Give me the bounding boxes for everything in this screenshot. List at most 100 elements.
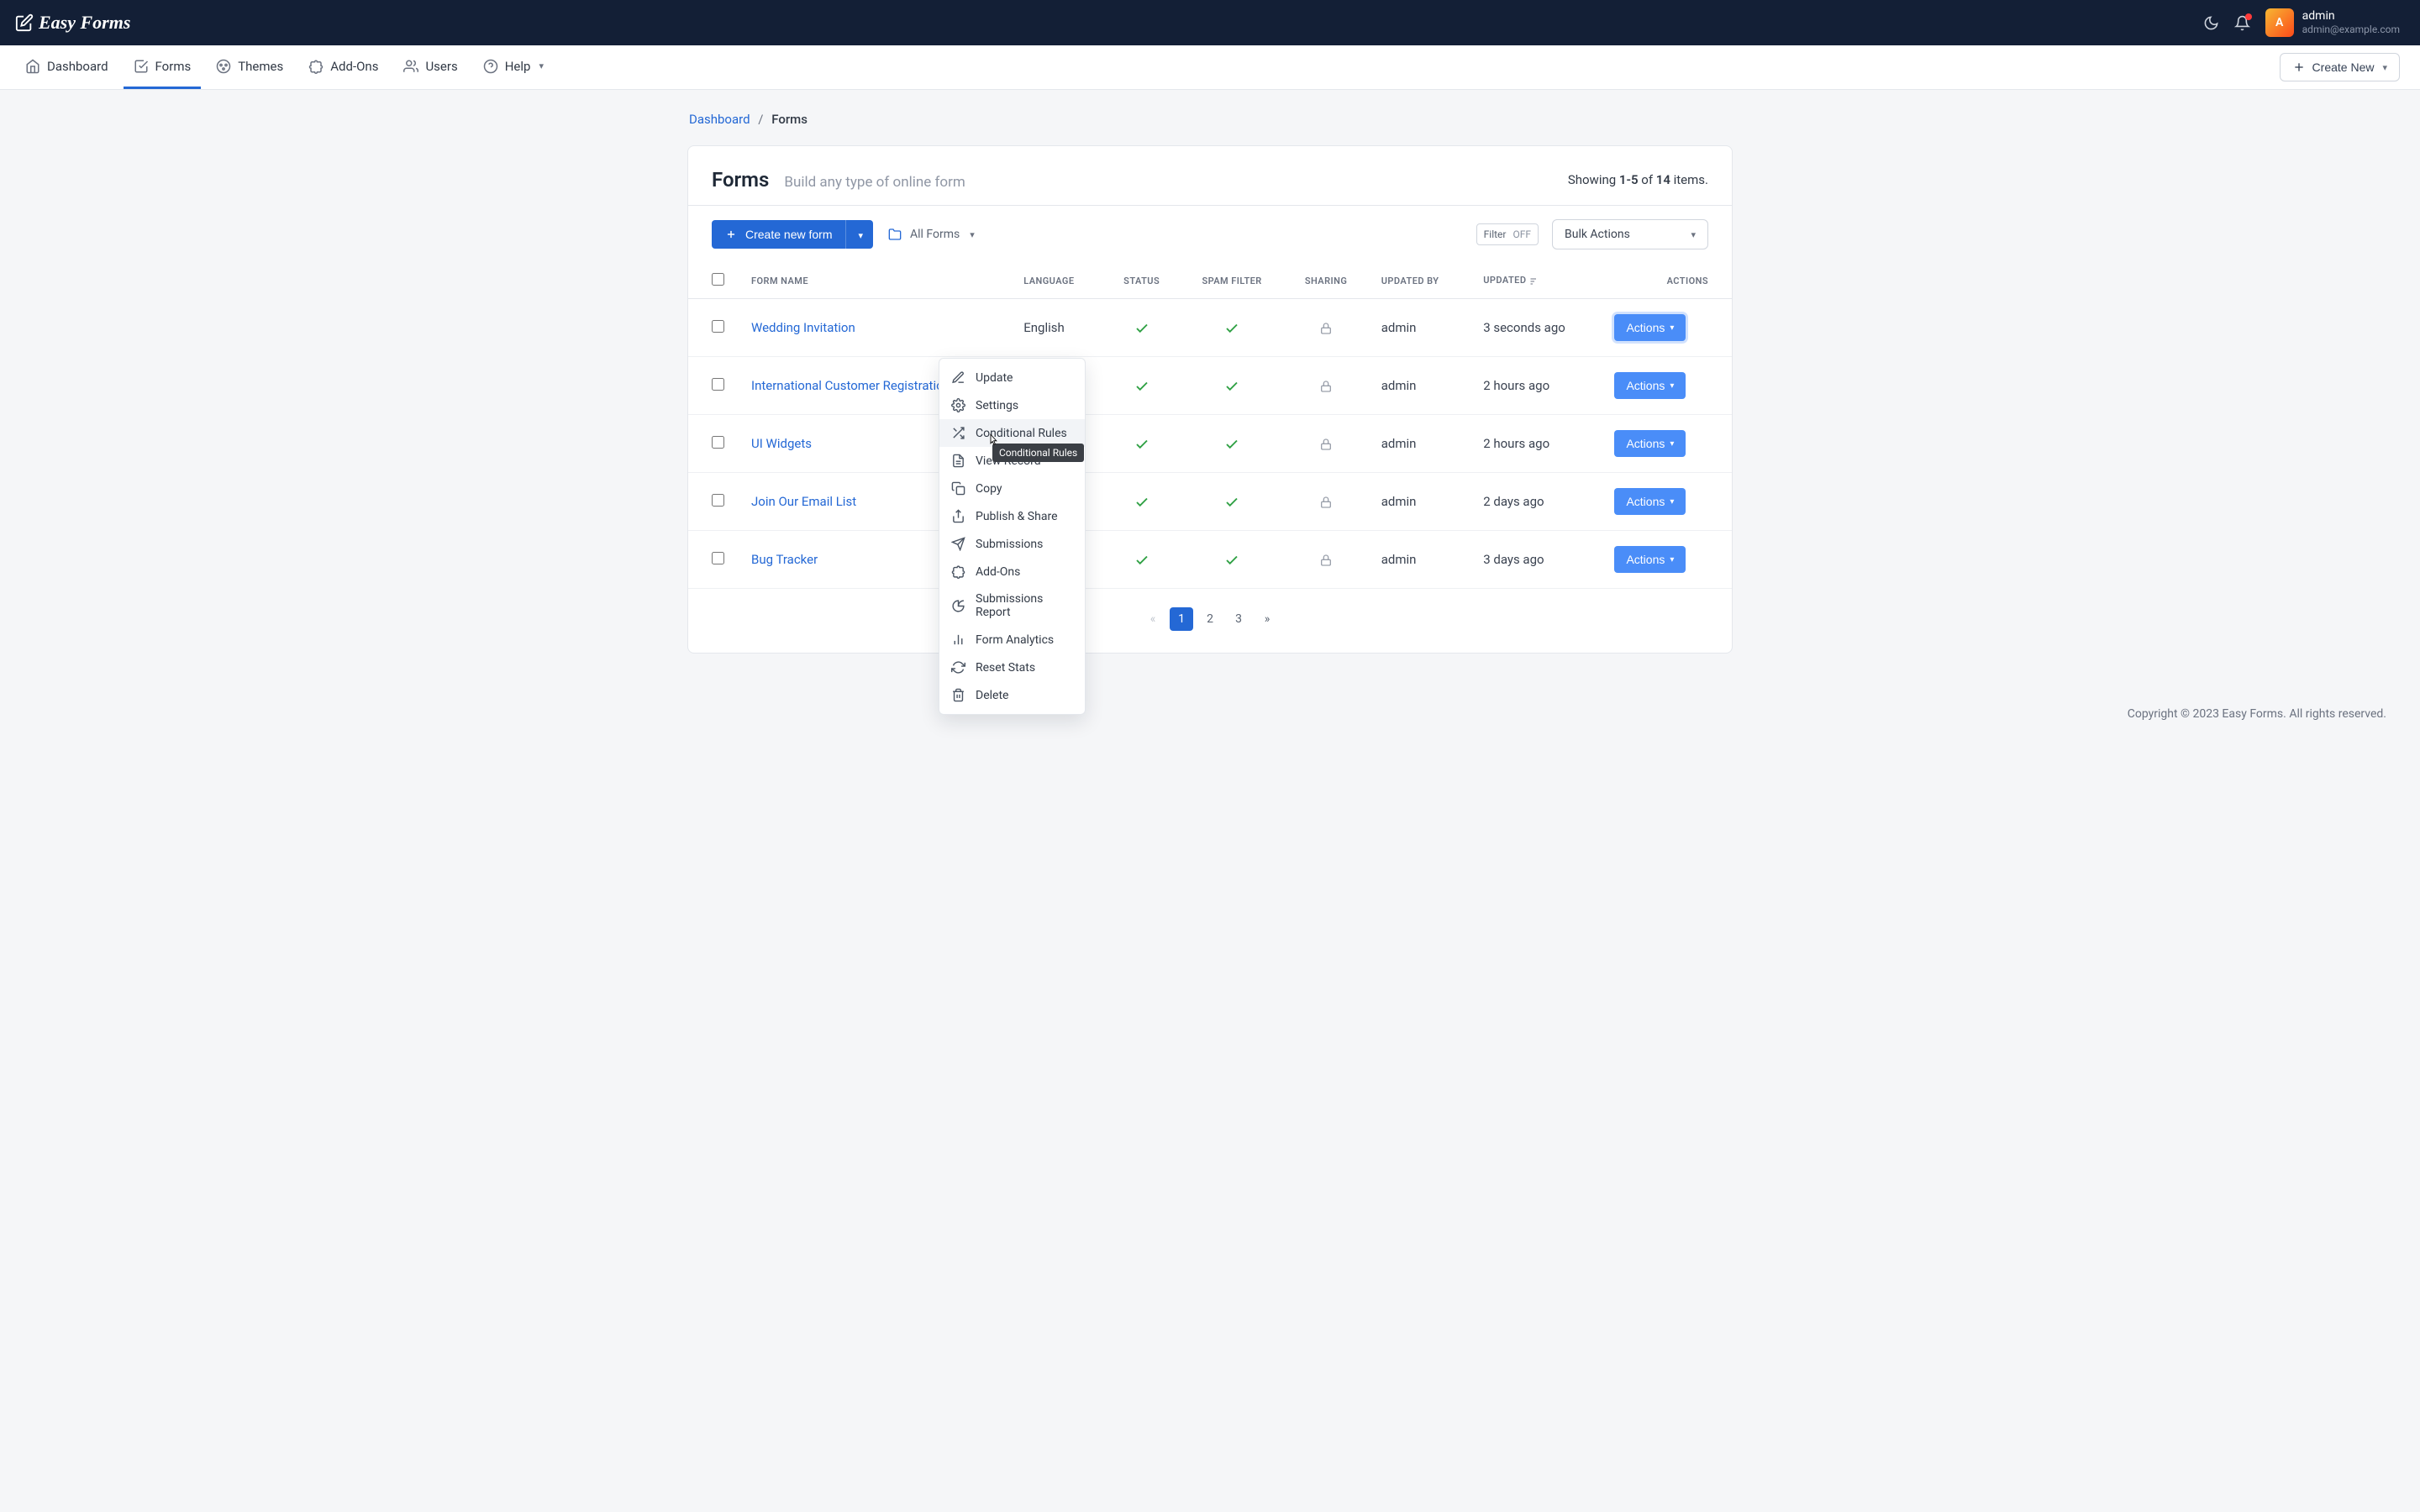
plus-icon (725, 228, 737, 240)
col-updated-by[interactable]: UPDATED BY (1368, 263, 1470, 299)
form-name-link[interactable]: Join Our Email List (751, 494, 856, 509)
menu-item-icon (951, 454, 965, 468)
check-icon (1224, 553, 1239, 568)
row-actions-button[interactable]: Actions ▾ (1614, 546, 1686, 573)
cell-sharing (1284, 473, 1367, 531)
table-row: Wedding Invitation English admin3 seconds … (688, 299, 1732, 357)
col-status[interactable]: STATUS (1103, 263, 1179, 299)
dropdown-item-add-ons[interactable]: Add-Ons (939, 558, 1085, 585)
notifications-button[interactable] (2234, 15, 2250, 31)
check-icon (1224, 379, 1239, 394)
create-form-dropdown[interactable]: ▾ (845, 220, 873, 249)
cell-status (1103, 531, 1179, 589)
row-checkbox[interactable] (712, 378, 724, 391)
cell-language: English (1010, 299, 1103, 357)
users-icon (403, 59, 418, 74)
row-checkbox[interactable] (712, 494, 724, 507)
row-checkbox[interactable] (712, 552, 724, 564)
cell-status (1103, 299, 1179, 357)
tooltip: Conditional Rules (992, 444, 1084, 462)
table-row: Join Our Email ListEnglishadmin2 days ag… (688, 473, 1732, 531)
nav-themes[interactable]: Themes (206, 45, 293, 89)
row-actions-button[interactable]: Actions ▾ (1614, 314, 1686, 341)
bulk-actions-select[interactable]: Bulk Actions ▾ (1552, 219, 1708, 249)
dropdown-item-update[interactable]: Update (939, 364, 1085, 391)
row-checkbox[interactable] (712, 436, 724, 449)
page-next[interactable]: » (1255, 607, 1279, 631)
cell-spam-filter (1180, 531, 1285, 589)
app-logo[interactable]: Easy Forms (15, 12, 130, 34)
menu-item-icon (951, 370, 965, 385)
col-updated[interactable]: UPDATED (1470, 263, 1601, 299)
nav-addons[interactable]: Add-Ons (298, 45, 388, 89)
cell-status (1103, 473, 1179, 531)
dropdown-item-settings[interactable]: Settings (939, 391, 1085, 419)
row-actions-button[interactable]: Actions ▾ (1614, 488, 1686, 515)
page-2[interactable]: 2 (1198, 607, 1222, 631)
dropdown-item-form-analytics[interactable]: Form Analytics (939, 626, 1085, 654)
filter-toggle[interactable]: Filter OFF (1476, 223, 1539, 245)
dropdown-item-submissions-report[interactable]: Submissions Report (939, 585, 1085, 626)
dark-mode-toggle[interactable] (2203, 15, 2219, 31)
menu-item-icon (951, 426, 965, 440)
menu-item-icon (951, 660, 965, 675)
nav-users[interactable]: Users (393, 45, 467, 89)
lock-icon (1319, 438, 1333, 451)
cell-updated-by: admin (1368, 299, 1470, 357)
form-name-link[interactable]: Bug Tracker (751, 552, 818, 567)
menu-item-icon (951, 688, 965, 702)
cell-updated: 3 seconds ago (1470, 299, 1601, 357)
dropdown-item-reset-stats[interactable]: Reset Stats (939, 654, 1085, 681)
form-name-link[interactable]: International Customer Registration (751, 378, 950, 393)
checkbox-icon (134, 59, 149, 74)
dropdown-item-delete[interactable]: Delete (939, 681, 1085, 709)
cell-updated-by: admin (1368, 531, 1470, 589)
nav-dashboard[interactable]: Dashboard (15, 45, 118, 89)
dropdown-item-copy[interactable]: Copy (939, 475, 1085, 502)
cursor-icon (986, 431, 1001, 448)
page-1[interactable]: 1 (1170, 607, 1193, 631)
cell-updated: 2 hours ago (1470, 357, 1601, 415)
cell-status (1103, 357, 1179, 415)
puzzle-icon (308, 59, 324, 74)
user-menu[interactable]: A admin admin@example.com (2265, 8, 2400, 37)
breadcrumb-current: Forms (771, 112, 808, 127)
footer-copyright: Copyright © 2023 Easy Forms. All rights … (0, 687, 2420, 738)
form-name-link[interactable]: UI Widgets (751, 436, 812, 451)
nav-help[interactable]: Help ▾ (473, 45, 554, 89)
cell-updated-by: admin (1368, 415, 1470, 473)
moon-icon (2203, 15, 2219, 31)
col-spam-filter[interactable]: SPAM FILTER (1180, 263, 1285, 299)
breadcrumb-root[interactable]: Dashboard (689, 112, 750, 127)
dropdown-item-publish-share[interactable]: Publish & Share (939, 502, 1085, 530)
row-actions-button[interactable]: Actions ▾ (1614, 430, 1686, 457)
form-name-link[interactable]: Wedding Invitation (751, 320, 855, 335)
col-form-name[interactable]: FORM NAME (738, 263, 1010, 299)
cell-updated: 3 days ago (1470, 531, 1601, 589)
check-icon (1134, 379, 1150, 394)
nav-forms[interactable]: Forms (124, 45, 202, 89)
select-all-checkbox[interactable] (712, 273, 724, 286)
page-3[interactable]: 3 (1227, 607, 1250, 631)
col-language[interactable]: LANGUAGE (1010, 263, 1103, 299)
cell-updated-by: admin (1368, 357, 1470, 415)
cell-sharing (1284, 299, 1367, 357)
table-row: Bug TrackerEnglishadmin3 days agoActions… (688, 531, 1732, 589)
dropdown-item-submissions[interactable]: Submissions (939, 530, 1085, 558)
create-form-button[interactable]: Create new form (712, 220, 845, 249)
chevron-down-icon: ▾ (1691, 229, 1696, 240)
lock-icon (1319, 380, 1333, 393)
row-checkbox[interactable] (712, 320, 724, 333)
create-new-button[interactable]: Create New ▾ (2280, 53, 2400, 81)
avatar: A (2265, 8, 2294, 37)
folder-filter[interactable]: All Forms ▾ (888, 228, 975, 241)
lock-icon (1319, 322, 1333, 335)
lock-icon (1319, 496, 1333, 509)
sort-icon (1529, 276, 1539, 286)
menu-item-icon (951, 537, 965, 551)
chevron-down-icon: ▾ (539, 60, 544, 71)
user-email: admin@example.com (2302, 24, 2400, 35)
page-prev[interactable]: « (1141, 607, 1165, 631)
col-sharing[interactable]: SHARING (1284, 263, 1367, 299)
row-actions-button[interactable]: Actions ▾ (1614, 372, 1686, 399)
